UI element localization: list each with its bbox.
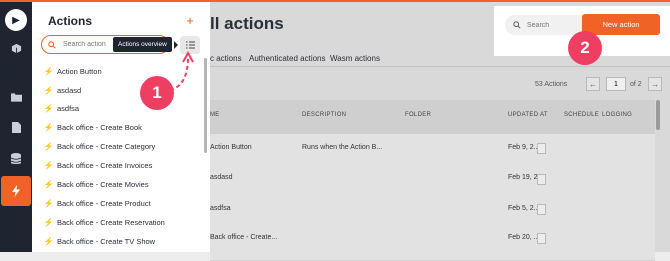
folder-bolt-icon[interactable] [0, 83, 32, 111]
list-item[interactable]: ⚡ Back office - Create Invoices [43, 158, 153, 172]
action-icon: ⚡ [43, 122, 54, 132]
callout-1: 1 [140, 76, 174, 110]
tab-public[interactable]: c actions [210, 54, 242, 63]
row-menu-button[interactable] [537, 204, 546, 215]
action-icon: ⚡ [43, 236, 54, 246]
add-action-button[interactable]: + [179, 10, 201, 30]
tab-authenticated[interactable]: Authenticated actions [249, 54, 326, 63]
row-updated: Feb 20, ... [508, 234, 540, 241]
tooltip-arrow [174, 41, 178, 49]
actions-count: 53 Actions [535, 81, 568, 88]
tab-divider [210, 66, 670, 67]
list-item[interactable]: ⚡ Back office - Create Product [44, 196, 151, 210]
row-name: Action Button [210, 144, 252, 151]
file-icon[interactable] [0, 113, 32, 141]
row-menu-button[interactable] [537, 174, 546, 185]
col-logging: LOGGING [602, 112, 633, 118]
page-total: of 2 [630, 81, 642, 88]
panel-scrollbar[interactable] [204, 58, 207, 153]
action-icon: ⚡ [43, 85, 54, 95]
tab-wasm[interactable]: Wasm actions [330, 54, 380, 63]
row-name: Back office - Create... [210, 234, 278, 241]
table-row[interactable] [210, 226, 655, 261]
search-icon [48, 40, 56, 49]
list-item[interactable]: ⚡ asdfsa [43, 101, 80, 115]
col-description: DESCRIPTION [302, 112, 347, 118]
col-schedule: SCHEDULE [564, 112, 600, 118]
list-item[interactable]: ⚡ Back office - Create Reservation [44, 215, 165, 229]
row-description: Runs when the Action B... [302, 144, 383, 151]
prev-page-button[interactable]: ← [586, 77, 600, 91]
callout-2: 2 [568, 31, 602, 65]
lightning-icon[interactable] [1, 176, 31, 206]
database-icon[interactable] [0, 144, 32, 172]
action-icon: ⚡ [43, 160, 54, 170]
page-number[interactable]: 1 [606, 77, 626, 91]
cube-icon[interactable] [0, 34, 32, 62]
action-icon: ⚡ [43, 198, 54, 208]
page-title: ll actions [210, 14, 284, 33]
table-row[interactable] [210, 134, 655, 169]
play-icon[interactable]: ▶ [0, 6, 32, 34]
col-updated: UPDATED AT [508, 112, 548, 118]
row-name: asdfsa [210, 205, 231, 212]
action-icon: ⚡ [43, 103, 54, 113]
row-updated: Feb 9, 2... [508, 144, 540, 151]
next-page-button[interactable]: → [648, 77, 662, 91]
search-icon [513, 21, 521, 29]
list-item[interactable]: ⚡ Back office - Create Book [44, 120, 142, 134]
panel-title: Actions [48, 14, 93, 28]
col-folder: FOLDER [405, 112, 432, 118]
row-updated: Feb 5, 2... [508, 205, 540, 212]
new-action-button[interactable]: New action [582, 14, 660, 35]
row-menu-button[interactable] [537, 143, 546, 154]
list-item[interactable]: ⚡ Back office - Create Category [43, 139, 156, 153]
col-name: ME [210, 112, 220, 118]
action-icon: ⚡ [43, 141, 54, 151]
row-menu-button[interactable] [537, 233, 546, 244]
action-icon: ⚡ [43, 179, 54, 189]
action-icon: ⚡ [43, 66, 54, 76]
list-icon [185, 41, 195, 49]
main-scrollbar[interactable] [656, 100, 660, 130]
list-item[interactable]: ⚡ asdasd [43, 83, 82, 97]
left-rail: ▶ [0, 2, 32, 252]
list-item[interactable]: ⚡ Back office - Create TV Show [43, 234, 156, 248]
list-item[interactable]: ⚡ Action Button [44, 64, 102, 78]
action-icon: ⚡ [43, 217, 54, 227]
list-item[interactable]: ⚡ Back office - Create Movies [44, 177, 149, 191]
row-name: asdasd [210, 174, 233, 181]
